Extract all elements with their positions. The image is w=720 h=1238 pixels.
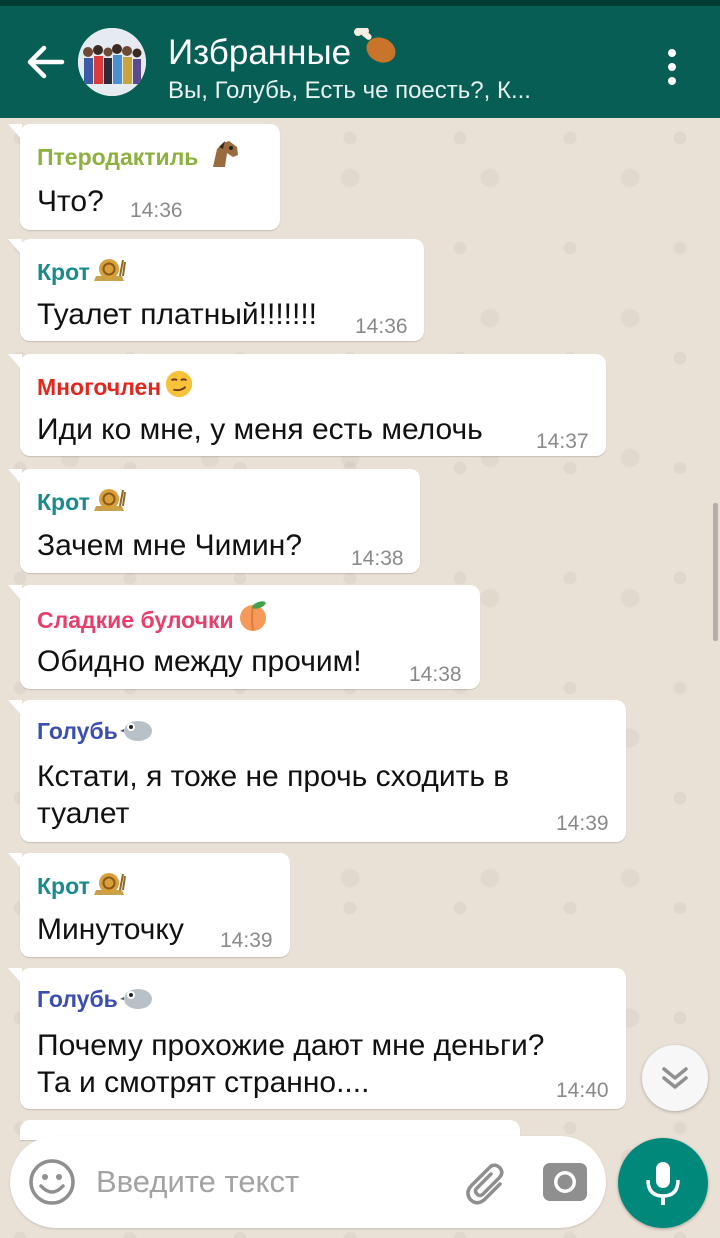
message-sender[interactable]: Крот	[37, 254, 126, 286]
group-avatar[interactable]	[78, 28, 146, 96]
message-bubble[interactable]: Крот Туалет платный!!!!!!! 14:36	[8, 239, 424, 341]
message-sender[interactable]: Сладкие булочки	[37, 600, 270, 634]
chat-title-text: Избранные	[168, 33, 352, 72]
arrow-left-icon	[27, 45, 65, 79]
message-bubble[interactable]: Крот Минуточку 14:39	[8, 853, 290, 957]
poultry-leg-icon	[354, 28, 396, 63]
message-time: 14:36	[355, 315, 408, 338]
message-text: Зачем мне Чимин?	[37, 529, 303, 562]
smiley-icon	[29, 1159, 75, 1205]
message-text: Обидно между прочим!	[37, 645, 362, 678]
chat-members[interactable]: Вы, Голубь, Есть че поесть?, К...	[168, 77, 628, 105]
horse-face-icon	[212, 141, 238, 167]
message-bubble[interactable]: Крот Зачем мне Чимин? 14:38	[8, 469, 420, 573]
message-bubble[interactable]: Голубь Почему прохожие дают мне деньги? …	[8, 968, 626, 1109]
message-sender[interactable]: Птеродактиль	[37, 139, 241, 171]
emoji-button[interactable]	[26, 1156, 78, 1208]
voice-message-button[interactable]	[618, 1138, 708, 1228]
menu-button[interactable]	[654, 46, 690, 86]
peach-icon	[239, 601, 266, 631]
snail-icon	[93, 489, 126, 511]
attach-button[interactable]	[462, 1158, 512, 1208]
snail-icon	[93, 259, 126, 281]
message-text: туалет	[37, 797, 130, 830]
message-bubble[interactable]: Птеродактиль Что? 14:36	[8, 124, 280, 230]
message-text: Что?	[37, 185, 104, 218]
pigeon-icon	[119, 989, 152, 1009]
message-time: 14:39	[556, 812, 609, 835]
pigeon-icon	[119, 721, 152, 741]
back-button[interactable]	[22, 38, 70, 86]
message-input[interactable]: Введите текст	[96, 1164, 299, 1200]
message-time: 14:38	[409, 663, 462, 686]
scroll-to-bottom-button[interactable]	[642, 1045, 708, 1111]
message-sender[interactable]: Крот	[37, 484, 126, 516]
message-time: 14:37	[536, 430, 589, 453]
message-sender[interactable]: Крот	[37, 868, 126, 900]
chat-title[interactable]: Избранные	[168, 28, 399, 73]
double-chevron-down-icon	[662, 1067, 688, 1089]
chat-header: Избранные Вы, Голубь, Есть че поесть?, К…	[0, 6, 720, 118]
message-sender[interactable]: Голубь	[37, 983, 154, 1013]
paperclip-icon	[466, 1163, 504, 1205]
microphone-icon	[646, 1162, 680, 1205]
vertical-dots-icon	[654, 49, 690, 85]
message-time: 14:38	[351, 547, 404, 570]
message-bubble[interactable]: Многочлен Иди ко мне, у меня есть мелочь…	[8, 354, 606, 456]
message-sender[interactable]: Многочлен	[37, 369, 195, 401]
message-sender[interactable]: Голубь	[37, 715, 154, 745]
message-time: 14:36	[130, 199, 183, 222]
message-composer: Введите текст	[10, 1136, 606, 1228]
message-bubble[interactable]: Сладкие булочки Обидно между прочим! 14:…	[8, 585, 480, 689]
message-bubble[interactable]: Голубь Кстати, я тоже не прочь сходить в…	[8, 700, 626, 842]
message-text: Туалет платный!!!!!!!	[37, 298, 318, 331]
message-time: 14:40	[556, 1079, 609, 1102]
chat-wallpaper: Птеродактиль Что? 14:36 Крот Туалет плат…	[0, 118, 720, 1238]
message-text: Иди ко мне, у меня есть мелочь	[37, 413, 483, 446]
smirking-face-icon	[166, 370, 193, 398]
message-text: Кстати, я тоже не прочь сходить в	[37, 760, 510, 793]
message-text: Та и смотрят странно....	[37, 1066, 370, 1099]
scrollbar-thumb[interactable]	[713, 503, 718, 641]
message-time: 14:39	[220, 929, 273, 952]
snail-icon	[93, 873, 126, 895]
message-text: Минуточку	[37, 913, 184, 946]
camera-icon	[543, 1163, 587, 1201]
camera-button[interactable]	[540, 1158, 590, 1206]
message-text: Почему прохожие дают мне деньги?	[37, 1029, 545, 1062]
